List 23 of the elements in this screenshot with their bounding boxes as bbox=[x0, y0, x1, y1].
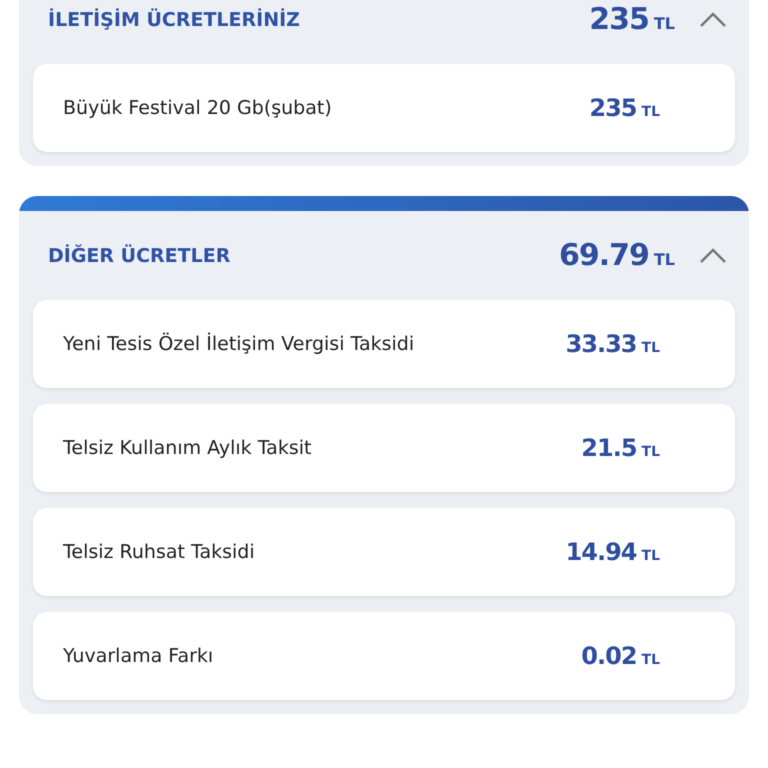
fee-amount: 14.94 bbox=[566, 538, 637, 566]
fee-amount: 235 bbox=[589, 94, 637, 122]
fee-amount: 33.33 bbox=[566, 330, 637, 358]
chevron-icon[interactable] bbox=[699, 248, 727, 264]
currency-label: TL bbox=[642, 444, 660, 460]
chevron-icon[interactable] bbox=[699, 12, 727, 28]
currency-label: TL bbox=[654, 14, 675, 33]
currency-label: TL bbox=[642, 652, 660, 668]
fee-amount: 0.02 bbox=[581, 642, 637, 670]
section-total: 69.79 bbox=[558, 238, 649, 273]
fee-amount: 21.5 bbox=[581, 434, 637, 462]
fee-label: Telsiz Ruhsat Taksidi bbox=[63, 541, 256, 563]
currency-label: TL bbox=[642, 548, 660, 564]
currency-label: TL bbox=[642, 340, 660, 356]
fee-label: Büyük Festival 20 Gb(şubat) bbox=[63, 97, 333, 119]
currency-label: TL bbox=[654, 250, 675, 269]
fee-label: Telsiz Kullanım Aylık Taksit bbox=[63, 437, 312, 459]
currency-label: TL bbox=[642, 104, 660, 120]
fee-label: Yuvarlama Farkı bbox=[63, 645, 214, 667]
section-total: 235 bbox=[589, 2, 649, 37]
section-title: DİĞER ÜCRETLER bbox=[48, 244, 232, 266]
section-title: İLETİŞİM ÜCRETLERİNİZ bbox=[48, 8, 301, 30]
fee-label: Yeni Tesis Özel İletişim Vergisi Taksidi bbox=[63, 333, 416, 355]
